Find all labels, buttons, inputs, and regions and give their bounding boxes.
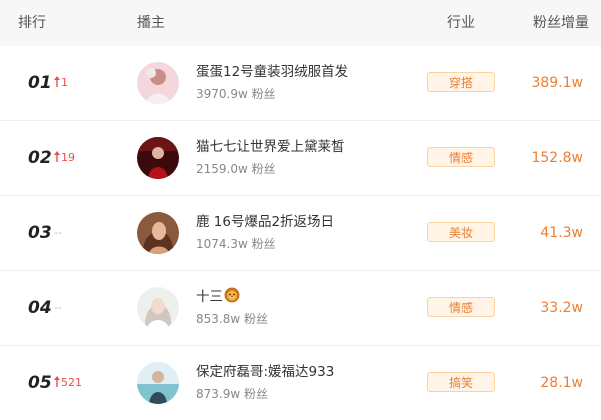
avatar[interactable] [137,362,179,404]
fans-count: 873.9w 粉丝 [196,387,268,401]
header-industry: 行业 [447,15,475,31]
header-fans-gain: 粉丝增量 [533,15,589,31]
fans-gain: 389.1w [531,75,583,91]
industry-tag: 情感 [427,297,495,317]
rank-change: -- [54,225,62,241]
rank-number: 01 [28,73,52,93]
rank-change-value: 1 [61,76,68,89]
rank-change: 19 [54,150,75,166]
fans-gain: 28.1w [540,375,583,391]
ranking-list: 01 1 蛋蛋12号童装羽绒服首发 3970.9w 粉丝 穿搭 389.1w 0… [0,46,601,420]
avatar[interactable] [137,62,179,104]
ranking-row[interactable]: 03 -- 鹿 16号爆品2折返场日 1074.3w 粉丝 美妆 41.3w [0,196,601,271]
fans-count: 1074.3w 粉丝 [196,237,276,251]
avatar[interactable] [137,137,179,179]
fans-count: 2159.0w 粉丝 [196,162,276,176]
arrow-up-icon [54,151,60,162]
ranking-row[interactable]: 02 19 猫七七让世界爱上黛莱皙 2159.0w 粉丝 情感 152.8w [0,121,601,196]
industry-tag: 搞笑 [427,372,495,392]
rank-change-value: -- [54,301,62,314]
avatar[interactable] [137,287,179,329]
arrow-up-icon [54,76,60,87]
host-name[interactable]: 保定府磊哥:媛福达933 [196,362,334,382]
rank-number: 02 [28,148,52,168]
rank-change: 521 [54,375,82,391]
fans-gain: 41.3w [540,225,583,241]
host-name[interactable]: 猫七七让世界爱上黛莱皙 [196,137,345,157]
host-name[interactable]: 鹿 16号爆品2折返场日 [196,212,334,232]
ranking-board: 排行 播主 行业 粉丝增量 01 1 蛋蛋12号童装羽绒服首发 3970.9w … [0,0,601,420]
industry-tag: 情感 [427,147,495,167]
rank-number: 05 [28,373,52,393]
header-rank: 排行 [18,15,46,31]
lion-face-emoji-icon [224,287,240,303]
header-host: 播主 [137,15,165,31]
rank-change: 1 [54,75,68,91]
fans-count: 3970.9w 粉丝 [196,87,276,101]
ranking-row[interactable]: 04 -- 十三 853.8w 粉丝 情感 33.2w [0,271,601,346]
rank-number: 04 [28,298,52,318]
rank-change-value: 521 [61,376,82,389]
arrow-up-icon [54,376,60,387]
ranking-row[interactable]: 05 521 保定府磊哥:媛福达933 873.9w 粉丝 搞笑 28.1w [0,346,601,420]
fans-gain: 33.2w [540,300,583,316]
host-name[interactable]: 蛋蛋12号童装羽绒服首发 [196,62,348,82]
fans-count: 853.8w 粉丝 [196,312,268,326]
table-header: 排行 播主 行业 粉丝增量 [0,0,601,46]
rank-change: -- [54,300,62,316]
host-name[interactable]: 十三 [196,287,240,307]
industry-tag: 穿搭 [427,72,495,92]
rank-number: 03 [28,223,52,243]
rank-change-value: 19 [61,151,75,164]
ranking-row[interactable]: 01 1 蛋蛋12号童装羽绒服首发 3970.9w 粉丝 穿搭 389.1w [0,46,601,121]
fans-gain: 152.8w [531,150,583,166]
rank-change-value: -- [54,226,62,239]
industry-tag: 美妆 [427,222,495,242]
host-name-text: 十三 [196,289,223,305]
avatar[interactable] [137,212,179,254]
